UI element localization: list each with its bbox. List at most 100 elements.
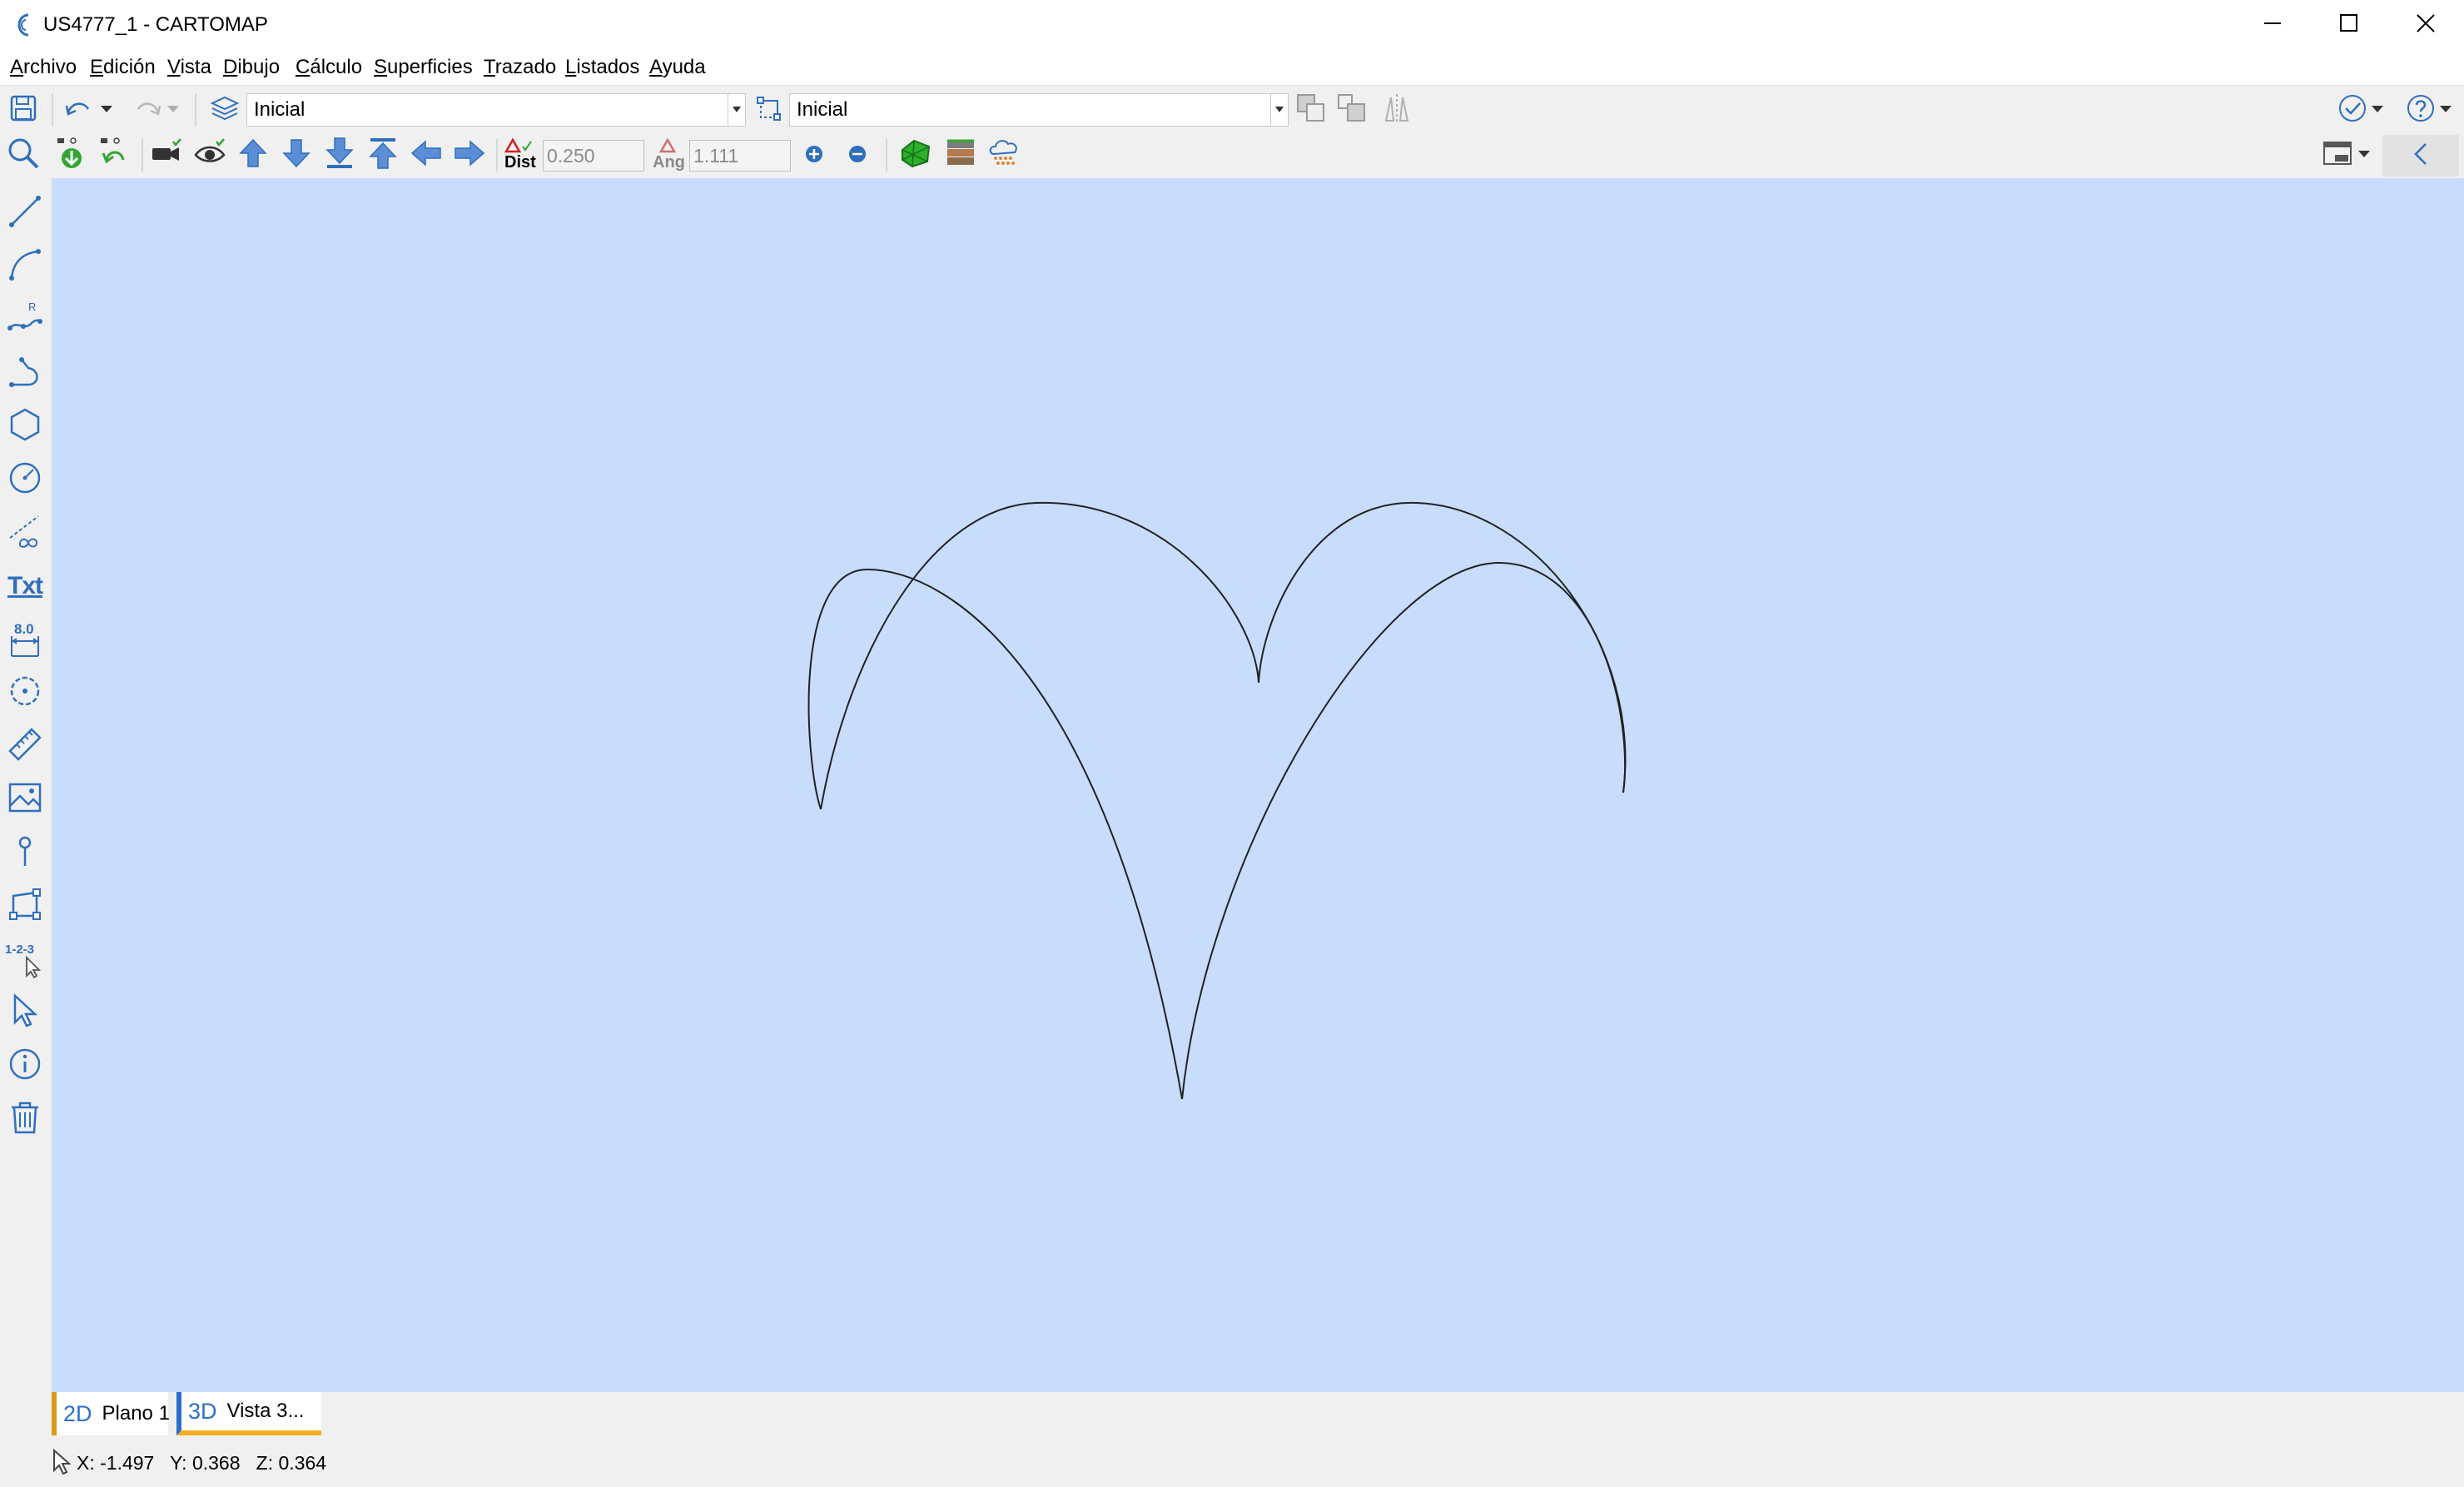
- symbol-tool[interactable]: [5, 673, 45, 713]
- menu-edicion[interactable]: Edición: [88, 53, 157, 82]
- status-bar: X: -1.497 Y: 0.368 Z: 0.364: [0, 1435, 2464, 1487]
- terrain-mesh-icon: [899, 138, 932, 172]
- menu-trazado[interactable]: Trazado: [482, 53, 558, 82]
- measure-tool[interactable]: [5, 726, 45, 766]
- curve-inner-right[interactable]: [1181, 561, 1627, 1100]
- tab-label: Vista 3...: [226, 1400, 305, 1422]
- move-down-button[interactable]: [278, 137, 315, 173]
- drawing-canvas-3d-view[interactable]: [52, 178, 2464, 1392]
- polygon-tool[interactable]: [5, 406, 45, 446]
- tab-vista-3d[interactable]: 3D Vista 3...: [176, 1392, 321, 1435]
- video-camera-icon: [150, 137, 183, 174]
- redo-dropdown[interactable]: [163, 92, 183, 128]
- mirror-icon: [1381, 92, 1413, 128]
- style-select[interactable]: Inicial: [789, 93, 1274, 127]
- move-up-button[interactable]: [235, 137, 271, 173]
- help-dropdown[interactable]: [2437, 92, 2454, 128]
- window-layout-icon: [2322, 140, 2353, 171]
- toolbar-separator: [52, 93, 53, 127]
- image-tool[interactable]: [5, 779, 45, 819]
- title-bar: US4777_1 - CARTOMAP: [0, 0, 2464, 50]
- numbering-tool[interactable]: 1-2-3: [5, 939, 45, 979]
- layer-select-dropdown[interactable]: [728, 93, 746, 127]
- minimize-icon: [2263, 13, 2283, 37]
- validate-dropdown[interactable]: [2369, 92, 2386, 128]
- arrow-to-bottom-icon: [325, 137, 355, 174]
- point-tool[interactable]: [5, 833, 45, 873]
- circle-tool[interactable]: [5, 460, 45, 500]
- send-back-button[interactable]: [1334, 92, 1370, 128]
- menu-archivo[interactable]: Archivo: [8, 53, 78, 82]
- mirror-button[interactable]: [1379, 92, 1415, 128]
- send-to-back-icon: [1336, 92, 1368, 128]
- maximize-icon: [2339, 13, 2359, 37]
- ang-input[interactable]: 1.111: [689, 140, 791, 172]
- tab-label: Plano 1: [102, 1402, 170, 1425]
- zoom-button[interactable]: [5, 137, 42, 173]
- collapse-panel-button[interactable]: [2382, 135, 2459, 177]
- info-tool[interactable]: [5, 1046, 45, 1086]
- maximize-button[interactable]: [2311, 0, 2387, 50]
- menu-listados[interactable]: Listados: [564, 53, 641, 82]
- restore-view-button[interactable]: [97, 137, 133, 173]
- hexagon-icon: [7, 406, 43, 447]
- close-button[interactable]: [2387, 0, 2464, 50]
- decrease-button[interactable]: [839, 137, 876, 174]
- curve-outer-left[interactable]: [820, 501, 1259, 810]
- delete-tool[interactable]: [5, 1099, 45, 1139]
- style-button[interactable]: [751, 92, 787, 128]
- radius-curve-tool[interactable]: R: [5, 300, 45, 340]
- text-tool[interactable]: Txt: [5, 566, 45, 606]
- move-left-button[interactable]: [408, 137, 445, 173]
- dimension-tool[interactable]: 8.0: [5, 619, 45, 659]
- redo-button[interactable]: [128, 92, 165, 128]
- undo-button[interactable]: [62, 92, 98, 128]
- tab-plano-1[interactable]: 2D Plano 1: [52, 1392, 170, 1435]
- menu-dibujo[interactable]: Dibujo: [221, 53, 281, 82]
- validate-button[interactable]: [2334, 92, 2371, 128]
- edit-vertices-tool[interactable]: [5, 886, 45, 926]
- magnifier-icon: [7, 137, 40, 174]
- eye-icon: [193, 137, 226, 174]
- undo-dropdown[interactable]: [97, 92, 117, 128]
- vertices-icon: [7, 886, 43, 927]
- move-right-button[interactable]: [451, 137, 488, 173]
- checkmark-circle-icon: [2337, 93, 2367, 127]
- delta-icon: [658, 137, 677, 153]
- line-tool[interactable]: [5, 193, 45, 233]
- layers-button[interactable]: [206, 92, 243, 128]
- move-bottom-button[interactable]: [321, 137, 358, 173]
- help-button[interactable]: [2402, 92, 2439, 128]
- info-icon: [7, 1046, 43, 1087]
- save-button[interactable]: [5, 92, 42, 128]
- chevron-down-icon: [166, 102, 180, 117]
- curve-outer-right[interactable]: [1258, 501, 1627, 793]
- camera-button[interactable]: [148, 137, 185, 173]
- text-tool-icon: Txt: [7, 572, 43, 599]
- menu-ayuda[interactable]: Ayuda: [648, 53, 708, 82]
- spline-tool[interactable]: [5, 353, 45, 393]
- layer-select[interactable]: Inicial: [246, 93, 729, 127]
- undo-icon: [63, 96, 97, 125]
- style-select-dropdown[interactable]: [1270, 93, 1289, 127]
- menu-calculo[interactable]: Cálculo: [294, 53, 364, 82]
- panel-layout-button[interactable]: [2319, 137, 2356, 173]
- visibility-button[interactable]: [191, 137, 228, 173]
- bring-front-button[interactable]: [1293, 92, 1329, 128]
- move-top-button[interactable]: [365, 137, 401, 173]
- infinite-line-tool[interactable]: [5, 513, 45, 553]
- curve-inner-left[interactable]: [807, 568, 1183, 1100]
- panel-layout-dropdown[interactable]: [2356, 137, 2372, 173]
- arc-tool[interactable]: [5, 246, 45, 286]
- minimize-button[interactable]: [2234, 0, 2311, 50]
- select-tool[interactable]: [5, 992, 45, 1032]
- point-cloud-button[interactable]: [986, 137, 1022, 173]
- terrain-model-button[interactable]: [897, 137, 934, 173]
- menu-superficies[interactable]: Superficies: [372, 53, 474, 82]
- increase-button[interactable]: [796, 137, 832, 174]
- load-view-button[interactable]: [53, 137, 90, 173]
- dist-input[interactable]: 0.250: [543, 140, 644, 172]
- profile-button[interactable]: [942, 137, 979, 173]
- menu-vista[interactable]: Vista: [166, 53, 213, 82]
- plus-circle-icon: [803, 143, 825, 169]
